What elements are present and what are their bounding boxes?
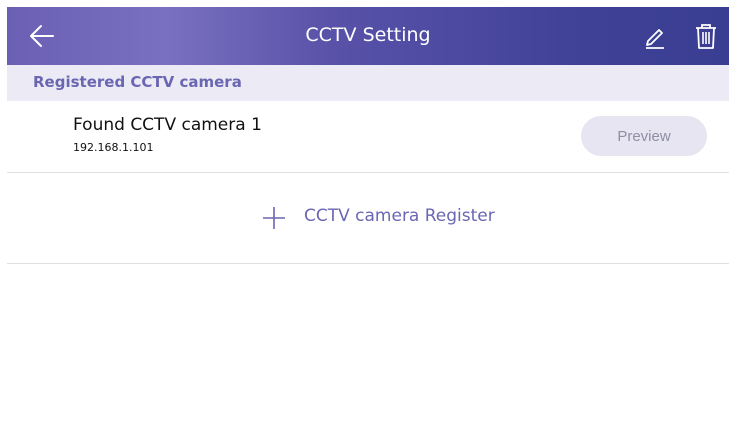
- section-title: Registered CCTV camera: [33, 73, 242, 91]
- pencil-icon[interactable]: [642, 23, 668, 49]
- camera-name: Found CCTV camera 1: [73, 115, 262, 135]
- preview-button[interactable]: Preview: [581, 116, 707, 156]
- app-header: CCTV Setting: [7, 7, 729, 65]
- camera-ip: 192.168.1.101: [73, 141, 154, 154]
- page-title: CCTV Setting: [305, 24, 431, 46]
- register-label: CCTV camera Register: [304, 206, 495, 226]
- section-header: Registered CCTV camera: [7, 65, 729, 101]
- trash-icon[interactable]: [693, 22, 719, 50]
- plus-icon: [263, 207, 285, 229]
- camera-list-item[interactable]: Found CCTV camera 1 192.168.1.101 Previe…: [7, 101, 729, 173]
- register-camera-button[interactable]: CCTV camera Register: [7, 173, 729, 264]
